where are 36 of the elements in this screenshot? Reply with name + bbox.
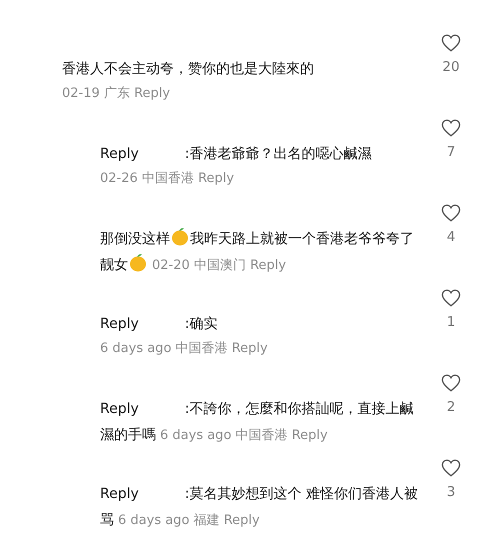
like-count: 7 (446, 143, 456, 161)
reply-link[interactable]: Reply (250, 258, 286, 273)
comment-meta: 02-19 广东 Reply (62, 85, 170, 102)
reply-link[interactable]: Reply (292, 428, 328, 443)
comment-text: 香港人不会主动夸，赞你的也是大陸來的 (62, 60, 315, 79)
fruit-emoji-icon (171, 227, 189, 246)
like-count: 3 (446, 483, 456, 501)
heart-icon[interactable] (441, 34, 461, 52)
heart-icon[interactable] (441, 119, 461, 137)
like-count: 2 (446, 398, 456, 416)
comment-text: Reply :确实 (100, 311, 418, 337)
comment-meta: 02-20 中国澳门 Reply (152, 258, 286, 273)
comment-meta: 6 days ago 中国香港 Reply (100, 340, 268, 357)
heart-icon[interactable] (441, 204, 461, 222)
like-count: 1 (446, 313, 456, 331)
reply-link[interactable]: Reply (232, 341, 268, 356)
heart-icon[interactable] (441, 289, 461, 307)
heart-icon[interactable] (441, 459, 461, 477)
like-count: 4 (446, 228, 456, 246)
reply-link[interactable]: Reply (134, 86, 170, 101)
reply-label: Reply (100, 315, 139, 334)
comment-meta: 02-26 中国香港 Reply (100, 170, 234, 187)
comment-text: Reply :香港老爺爺？出名的噁心鹹濕 (100, 141, 418, 167)
fruit-emoji-icon (129, 253, 147, 272)
like-count: 20 (442, 58, 460, 76)
reply-link[interactable]: Reply (198, 171, 234, 186)
reply-label: Reply (100, 400, 139, 419)
comment-text: Reply :不誇你，怎麼和你搭訕呢，直接上鹹濕的手嗎 6 days ago 中国香港 Reply (100, 396, 418, 449)
reply-link[interactable]: Reply (224, 513, 260, 528)
reply-label: Reply (100, 145, 139, 164)
comment-text: Reply :莫名其妙想到这个 难怪你们香港人被骂 6 days ago 福建 Reply (100, 481, 418, 534)
comment-text: 那倒没这样 我昨天路上就被一个香港老爷爷夸了靓女 02-20 中国澳门 Reply (100, 226, 418, 279)
comment-meta: 6 days ago 福建 Reply (118, 513, 260, 528)
reply-label: Reply (100, 485, 139, 504)
heart-icon[interactable] (441, 374, 461, 392)
comment-meta: 6 days ago 中国香港 Reply (160, 428, 328, 443)
